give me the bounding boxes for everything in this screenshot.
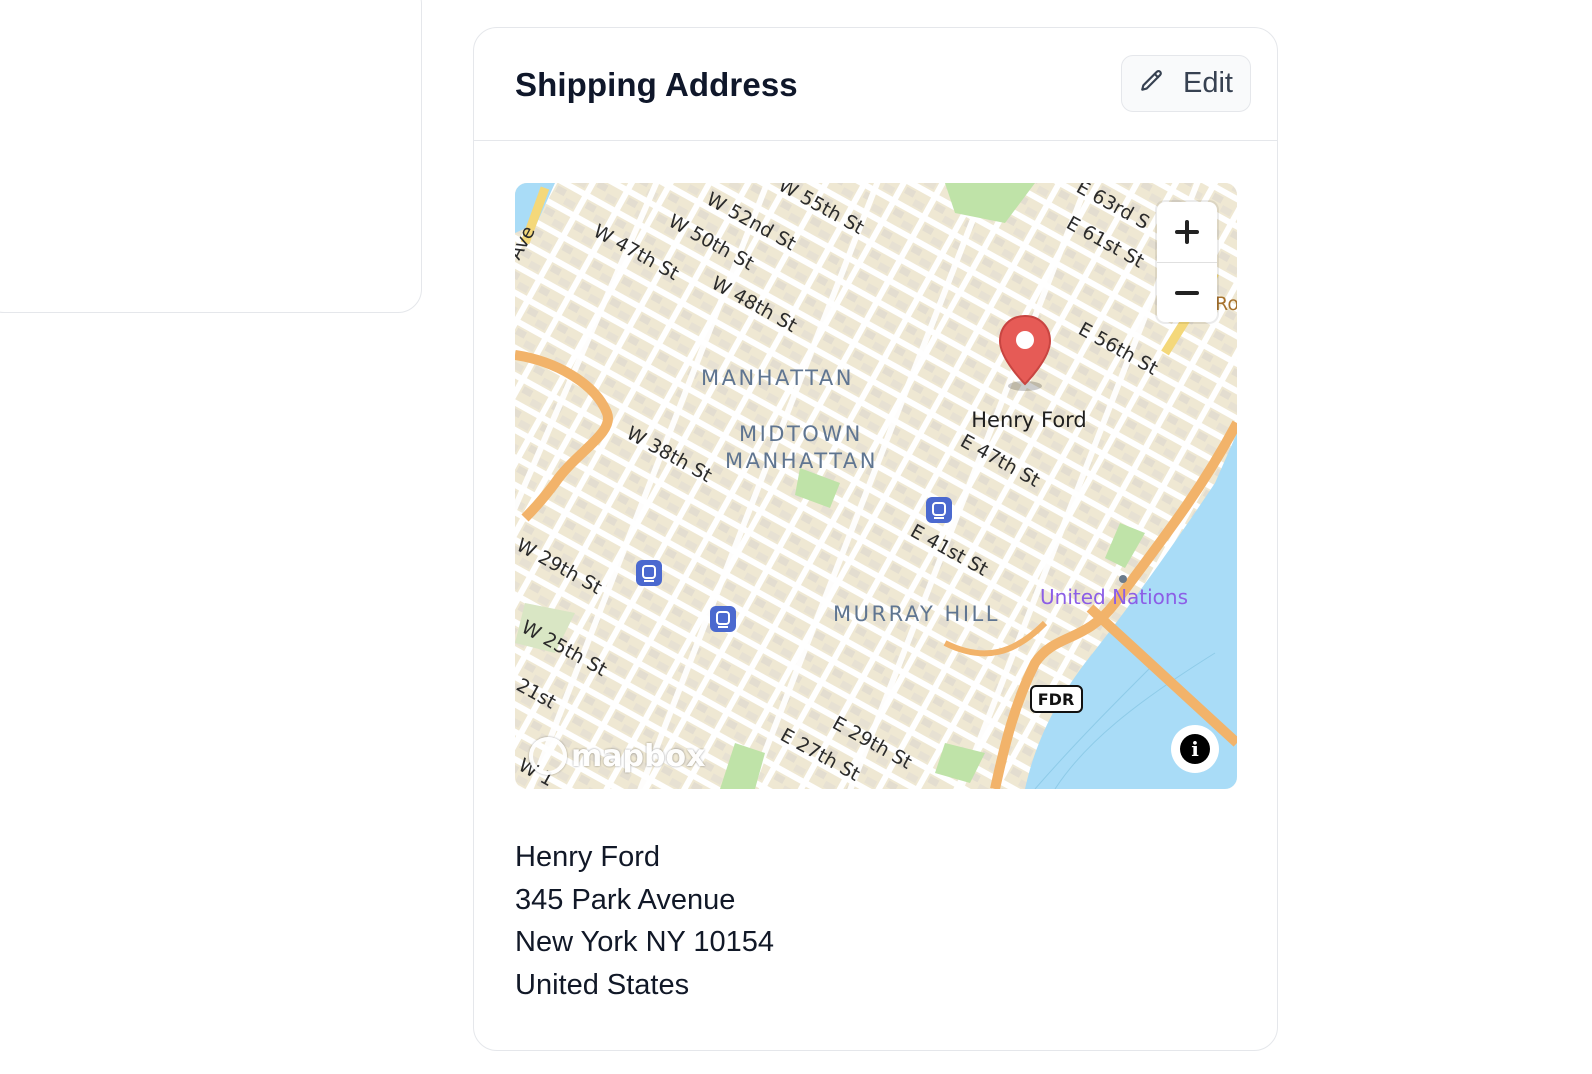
card-title: Shipping Address bbox=[515, 66, 798, 103]
svg-text:MURRAY HILL: MURRAY HILL bbox=[833, 602, 1000, 626]
address-map[interactable]: W 55th St W 52nd St W 50th St W 47th St … bbox=[515, 183, 1237, 789]
subway-icon bbox=[710, 606, 736, 632]
svg-text:FDR: FDR bbox=[1038, 690, 1075, 709]
card-header: Shipping Address Edit bbox=[474, 28, 1277, 141]
zoom-controls bbox=[1157, 202, 1217, 322]
map-pin-icon[interactable] bbox=[997, 314, 1053, 392]
svg-text:Henry Ford: Henry Ford bbox=[971, 408, 1087, 432]
minus-icon bbox=[1175, 291, 1199, 295]
edit-label: Edit bbox=[1183, 67, 1233, 99]
shipping-address-card: Shipping Address Edit W 55th St W 52nd S… bbox=[473, 27, 1278, 1051]
attribution-button[interactable]: i bbox=[1171, 725, 1219, 773]
address-block: Henry Ford 345 Park Avenue New York NY 1… bbox=[515, 836, 774, 1006]
subway-icon bbox=[926, 497, 952, 523]
svg-text:United Nations: United Nations bbox=[1040, 585, 1188, 609]
edit-button[interactable]: Edit bbox=[1121, 55, 1251, 112]
address-country: United States bbox=[515, 968, 690, 1001]
zoom-out-button[interactable] bbox=[1157, 262, 1217, 322]
left-panel bbox=[0, 0, 422, 313]
svg-text:MANHATTAN: MANHATTAN bbox=[701, 366, 854, 390]
mapbox-wordmark: mapbox bbox=[571, 738, 706, 774]
address-city: New York NY 10154 bbox=[515, 926, 775, 958]
plus-icon bbox=[1175, 220, 1199, 244]
svg-text:Ro: Ro bbox=[1215, 293, 1237, 315]
map-canvas: W 55th St W 52nd St W 50th St W 47th St … bbox=[515, 183, 1237, 789]
mapbox-logo-mark bbox=[529, 737, 567, 775]
info-icon: i bbox=[1180, 734, 1210, 764]
svg-text:MIDTOWN: MIDTOWN bbox=[739, 422, 863, 446]
zoom-in-button[interactable] bbox=[1157, 202, 1217, 262]
address-street: 345 Park Avenue bbox=[515, 883, 736, 916]
svg-text:MANHATTAN: MANHATTAN bbox=[725, 449, 878, 473]
pencil-icon bbox=[1139, 68, 1165, 99]
address-name: Henry Ford bbox=[515, 841, 661, 873]
mapbox-logo[interactable]: mapbox bbox=[529, 737, 705, 775]
subway-icon bbox=[636, 560, 662, 586]
